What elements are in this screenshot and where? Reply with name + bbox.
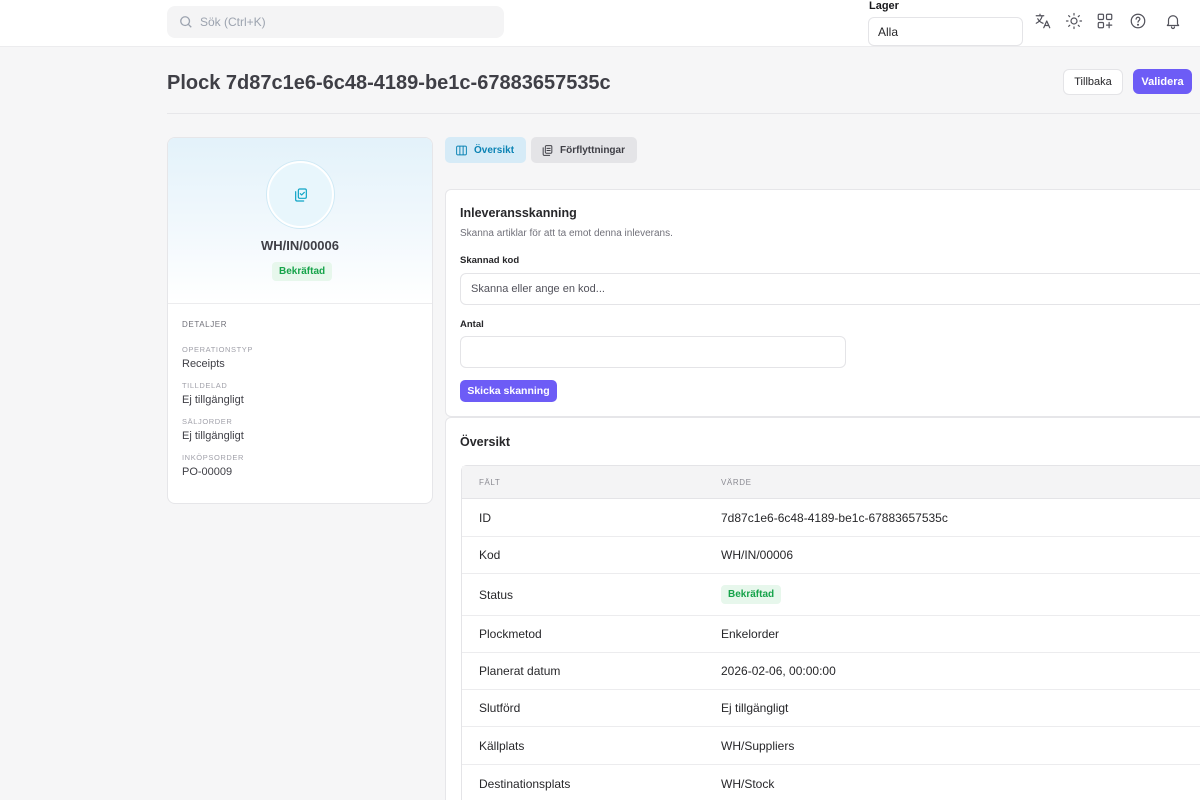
detail-label: INKÖPSORDER: [182, 453, 245, 462]
scanned-code-label: Skannad kod: [460, 255, 520, 266]
column-header-value: VÄRDE: [721, 477, 752, 487]
row-value: Ej tillgängligt: [721, 701, 789, 715]
lager-label: Lager: [869, 0, 899, 12]
table-row: ID 7d87c1e6-6c48-4189-be1c-67883657535c: [462, 499, 1200, 537]
table-row: Status Bekräftad: [462, 574, 1200, 616]
row-field: Planerat datum: [479, 664, 561, 678]
row-field: Status: [479, 587, 514, 602]
lager-select[interactable]: Alla: [868, 17, 1023, 46]
summary-hero: WH/IN/00006 Bekräftad: [168, 138, 432, 304]
quantity-input[interactable]: [460, 336, 846, 368]
tab-moves-label: Förflyttningar: [560, 144, 625, 156]
header-divider: [167, 113, 1200, 114]
row-value: WH/Suppliers: [721, 738, 795, 753]
translate-icon[interactable]: [1034, 12, 1052, 30]
validate-button[interactable]: Validera: [1133, 69, 1192, 94]
row-field: Destinationsplats: [479, 776, 571, 791]
detail-value: PO-00009: [182, 466, 233, 478]
details-title: DETALJER: [182, 320, 228, 329]
submit-scan-button[interactable]: Skicka skanning: [460, 380, 557, 402]
picking-code: WH/IN/00006: [260, 238, 340, 253]
detail-value: Receipts: [182, 358, 225, 370]
sun-icon[interactable]: [1065, 12, 1083, 30]
tab-moves[interactable]: Förflyttningar: [531, 137, 637, 163]
table-row: Slutförd Ej tillgängligt: [462, 690, 1200, 727]
detail-value: Ej tillgängligt: [182, 430, 244, 442]
bell-icon[interactable]: [1164, 12, 1182, 30]
details-section: DETALJER OPERATIONSTYP Receipts TILLDELA…: [168, 304, 432, 478]
page-title: Plock 7d87c1e6-6c48-4189-be1c-6788365753…: [167, 72, 611, 94]
row-value: 7d87c1e6-6c48-4189-be1c-67883657535c: [721, 510, 948, 525]
row-value: WH/Stock: [721, 776, 775, 791]
detail-label: SÄLJORDER: [182, 417, 233, 426]
scanned-code-input[interactable]: Skanna eller ange en kod...: [460, 273, 1200, 305]
row-field: Kod: [479, 548, 501, 562]
detail-sales-order: SÄLJORDER Ej tillgängligt: [182, 417, 418, 442]
scan-title: Inleveransskanning: [460, 206, 577, 220]
tab-overview[interactable]: Översikt: [445, 137, 526, 163]
table-row: Planerat datum 2026-02-06, 00:00:00: [462, 653, 1200, 690]
columns-icon: [456, 145, 467, 155]
detail-assigned: TILLDELAD Ej tillgängligt: [182, 381, 418, 406]
overview-title: Översikt: [460, 435, 511, 449]
overview-table: FÄLT VÄRDE ID 7d87c1e6-6c48-4189-be1c-67…: [461, 465, 1200, 800]
search-icon: [180, 16, 192, 28]
detail-label: OPERATIONSTYP: [182, 345, 254, 354]
detail-purchase-order: INKÖPSORDER PO-00009: [182, 453, 418, 478]
help-icon[interactable]: [1129, 12, 1147, 30]
detail-operation-type: OPERATIONSTYP Receipts: [182, 345, 418, 370]
detail-value: Ej tillgängligt: [182, 394, 244, 406]
detail-label: TILLDELAD: [182, 381, 228, 390]
row-field: ID: [479, 510, 491, 525]
clipboard-check-icon: [267, 161, 334, 228]
tab-overview-label: Översikt: [474, 144, 515, 156]
row-value: WH/IN/00006: [721, 548, 794, 562]
receipt-scan-card: Inleveransskanning Skanna artiklar för a…: [445, 189, 1200, 417]
summary-card: WH/IN/00006 Bekräftad DETALJER OPERATION…: [167, 137, 433, 504]
table-row: Kod WH/IN/00006: [462, 537, 1200, 574]
status-badge: Bekräftad: [272, 262, 333, 281]
apps-icon[interactable]: [1096, 12, 1114, 30]
table-header: FÄLT VÄRDE: [462, 466, 1200, 499]
scan-subtitle: Skanna artiklar för att ta emot denna in…: [460, 228, 673, 239]
status-badge: Bekräftad: [721, 585, 782, 604]
row-value: Enkelorder: [721, 627, 780, 641]
row-field: Källplats: [479, 738, 525, 753]
search-placeholder: Sök (Ctrl+K): [200, 15, 266, 29]
table-row: Destinationsplats WH/Stock: [462, 765, 1200, 800]
overview-card: Översikt FÄLT VÄRDE ID 7d87c1e6-6c48-418…: [445, 417, 1200, 800]
row-field: Plockmetod: [479, 627, 542, 641]
row-value: 2026-02-06, 00:00:00: [721, 664, 836, 678]
table-row: Källplats WH/Suppliers: [462, 727, 1200, 765]
search-box[interactable]: Sök (Ctrl+K): [167, 6, 504, 38]
column-header-field: FÄLT: [479, 477, 501, 487]
table-row: Plockmetod Enkelorder: [462, 616, 1200, 653]
clipboard-list-icon: [542, 144, 553, 156]
row-value: Bekräftad: [721, 585, 1200, 604]
row-field: Slutförd: [479, 701, 521, 715]
quantity-label: Antal: [460, 319, 484, 330]
back-button[interactable]: Tillbaka: [1063, 69, 1123, 95]
top-bar: Sök (Ctrl+K) Lager Alla: [0, 0, 1200, 47]
